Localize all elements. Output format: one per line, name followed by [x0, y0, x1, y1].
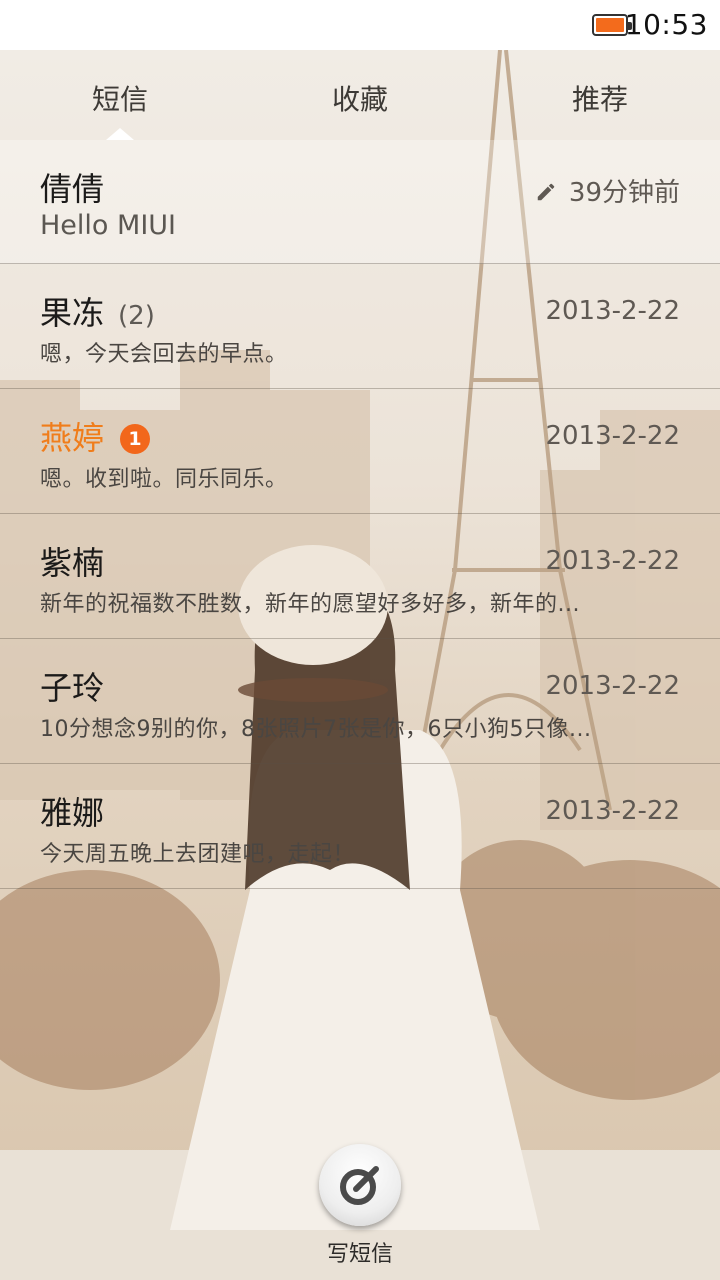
contact-name: 子玲 — [40, 669, 105, 707]
conversation-row[interactable]: 紫楠 2013-2-22 新年的祝福数不胜数，新年的愿望好多好多，新年的... — [0, 514, 720, 639]
conversation-time: 2013-2-22 — [545, 421, 680, 451]
status-time: 10:53 — [624, 8, 708, 41]
conversation-row[interactable]: 倩倩 39分钟前 Hello MIUI — [0, 140, 720, 264]
conversation-row[interactable]: 燕婷 1 2013-2-22 嗯。收到啦。同乐同乐。 — [0, 389, 720, 514]
message-preview: 嗯。收到啦。同乐同乐。 — [40, 467, 288, 492]
tab-messages[interactable]: 短信 — [0, 78, 240, 118]
time-text: 39分钟前 — [568, 178, 680, 208]
conversation-list: 倩倩 39分钟前 Hello MIUI 果冻 (2) 2013-2-22 嗯，今天… — [0, 140, 720, 889]
contact-name: 倩倩 — [40, 170, 105, 208]
tab-bar: 短信 收藏 推荐 — [0, 50, 720, 140]
contact-name: 燕婷 1 — [40, 413, 151, 459]
message-preview: 新年的祝福数不胜数，新年的愿望好多好多，新年的... — [40, 592, 580, 617]
unread-badge: 1 — [120, 424, 151, 454]
contact-name-text: 燕婷 — [40, 419, 105, 457]
pencil-icon — [537, 183, 555, 201]
conversation-time: 2013-2-22 — [545, 296, 680, 326]
compose-icon — [340, 1166, 379, 1205]
contact-name: 紫楠 — [40, 544, 105, 582]
conversation-time: 2013-2-22 — [545, 546, 680, 576]
conversation-row[interactable]: 果冻 (2) 2013-2-22 嗯，今天会回去的早点。 — [0, 264, 720, 389]
conversation-time: 39分钟前 — [535, 172, 680, 209]
message-preview: 今天周五晚上去团建吧，走起！ — [40, 842, 356, 867]
conversation-time: 2013-2-22 — [545, 796, 680, 826]
tab-selected-indicator — [106, 128, 134, 140]
battery-icon — [592, 14, 632, 36]
message-preview: Hello MIUI — [40, 210, 177, 241]
message-count: (2) — [118, 301, 155, 331]
conversation-row[interactable]: 子玲 2013-2-22 10分想念9别的你，8张照片7张是你，6只小狗5只像.… — [0, 639, 720, 764]
conversation-row[interactable]: 雅娜 2013-2-22 今天周五晚上去团建吧，走起！ — [0, 764, 720, 889]
message-preview: 嗯，今天会回去的早点。 — [40, 342, 288, 367]
message-preview: 10分想念9别的你，8张照片7张是你，6只小狗5只像... — [40, 717, 592, 742]
conversation-time: 2013-2-22 — [545, 671, 680, 701]
compose-label: 写短信 — [326, 1242, 393, 1267]
contact-name-text: 果冻 — [40, 294, 105, 332]
compose-button[interactable] — [319, 1144, 401, 1226]
tab-recommended[interactable]: 推荐 — [480, 78, 720, 118]
contact-name: 果冻 (2) — [40, 288, 155, 334]
status-bar: 10:53 — [0, 0, 720, 50]
tab-favorites[interactable]: 收藏 — [240, 78, 480, 118]
contact-name: 雅娜 — [40, 794, 105, 832]
